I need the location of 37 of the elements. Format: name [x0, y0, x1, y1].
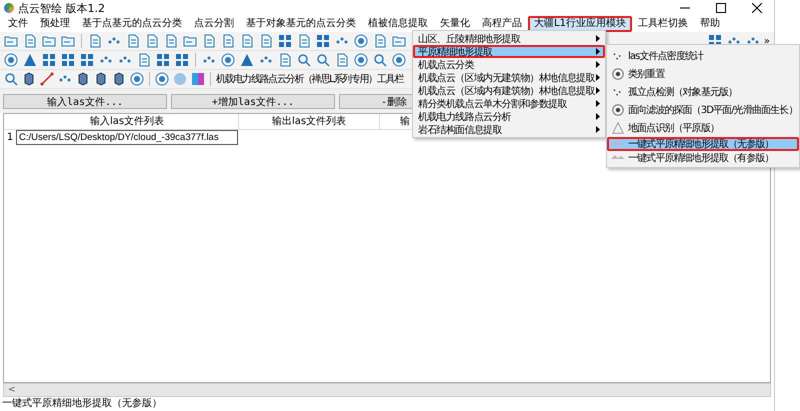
- menu-item[interactable]: 矢量化: [434, 16, 476, 32]
- menu-item[interactable]: 植被信息提取: [362, 16, 434, 32]
- menu-entry[interactable]: 一键式平原精细地形提取（无参版）: [607, 137, 799, 151]
- toolbar-label: 机载电力线路点云分析（禅思L系列专用）工具栏: [216, 72, 403, 86]
- file-button[interactable]: +增加las文件...: [171, 94, 335, 109]
- window-title: 点云智绘 版本1.2: [18, 0, 106, 16]
- scroll-left-button[interactable]: <: [4, 385, 20, 395]
- horizontal-scrollbar[interactable]: <: [3, 383, 771, 397]
- menu-entry[interactable]: 机载点云（区域内有建筑物）林地信息提取: [413, 84, 605, 97]
- toolbar-overflow-button[interactable]: »: [764, 36, 770, 46]
- file-button[interactable]: 输入las文件...: [3, 94, 167, 109]
- menu-item[interactable]: 预处理: [34, 16, 76, 32]
- menu-entry[interactable]: 机载点云（区域内无建筑物）林地信息提取: [413, 71, 605, 84]
- table-cell[interactable]: C:/Users/LSQ/Desktop/DY/cloud_-39ca377f.las: [16, 130, 238, 145]
- menu-item[interactable]: 基于对象基元的点云分类: [240, 16, 362, 32]
- menu-entry[interactable]: 面向滤波的探面（3D平面/光滑曲面生长）: [607, 101, 799, 119]
- column-header[interactable]: 输入las文件列表: [16, 114, 239, 129]
- menu-entry[interactable]: 机载点云分类: [413, 58, 605, 71]
- row-number: 1: [6, 132, 14, 143]
- menu-entry[interactable]: las文件点密度统计: [607, 47, 799, 65]
- menu-item[interactable]: 基于点基元的点云分类: [76, 16, 188, 32]
- menu-item[interactable]: 帮助: [694, 16, 726, 32]
- menu-item[interactable]: 大疆L1行业应用模块: [528, 16, 632, 32]
- menu-entry[interactable]: 一键式平原精细地形提取（有参版）: [607, 151, 799, 165]
- status-text: 一键式平原精细地形提取（无参版）: [1, 397, 163, 411]
- menu-entry[interactable]: 平原精细地形提取: [413, 45, 605, 58]
- menu-item[interactable]: 高程产品: [476, 16, 528, 32]
- menu-item[interactable]: 文件: [2, 16, 34, 32]
- menu-item[interactable]: 点云分割: [188, 16, 240, 32]
- menu-entry[interactable]: 孤立点检测（对象基元版）: [607, 83, 799, 101]
- menu-entry[interactable]: 机载电力线路点云分析: [413, 110, 605, 123]
- menu-entry[interactable]: 类别重置: [607, 65, 799, 83]
- menu-entry[interactable]: 岩石结构面信息提取: [413, 123, 605, 136]
- menu-entry[interactable]: 山区、丘陵精细地形提取: [413, 32, 605, 45]
- menu-item[interactable]: 工具栏切换: [632, 16, 694, 32]
- column-header[interactable]: 输出las文件列表: [239, 114, 380, 129]
- menu-entry[interactable]: 地面点识别（平原版）: [607, 119, 799, 137]
